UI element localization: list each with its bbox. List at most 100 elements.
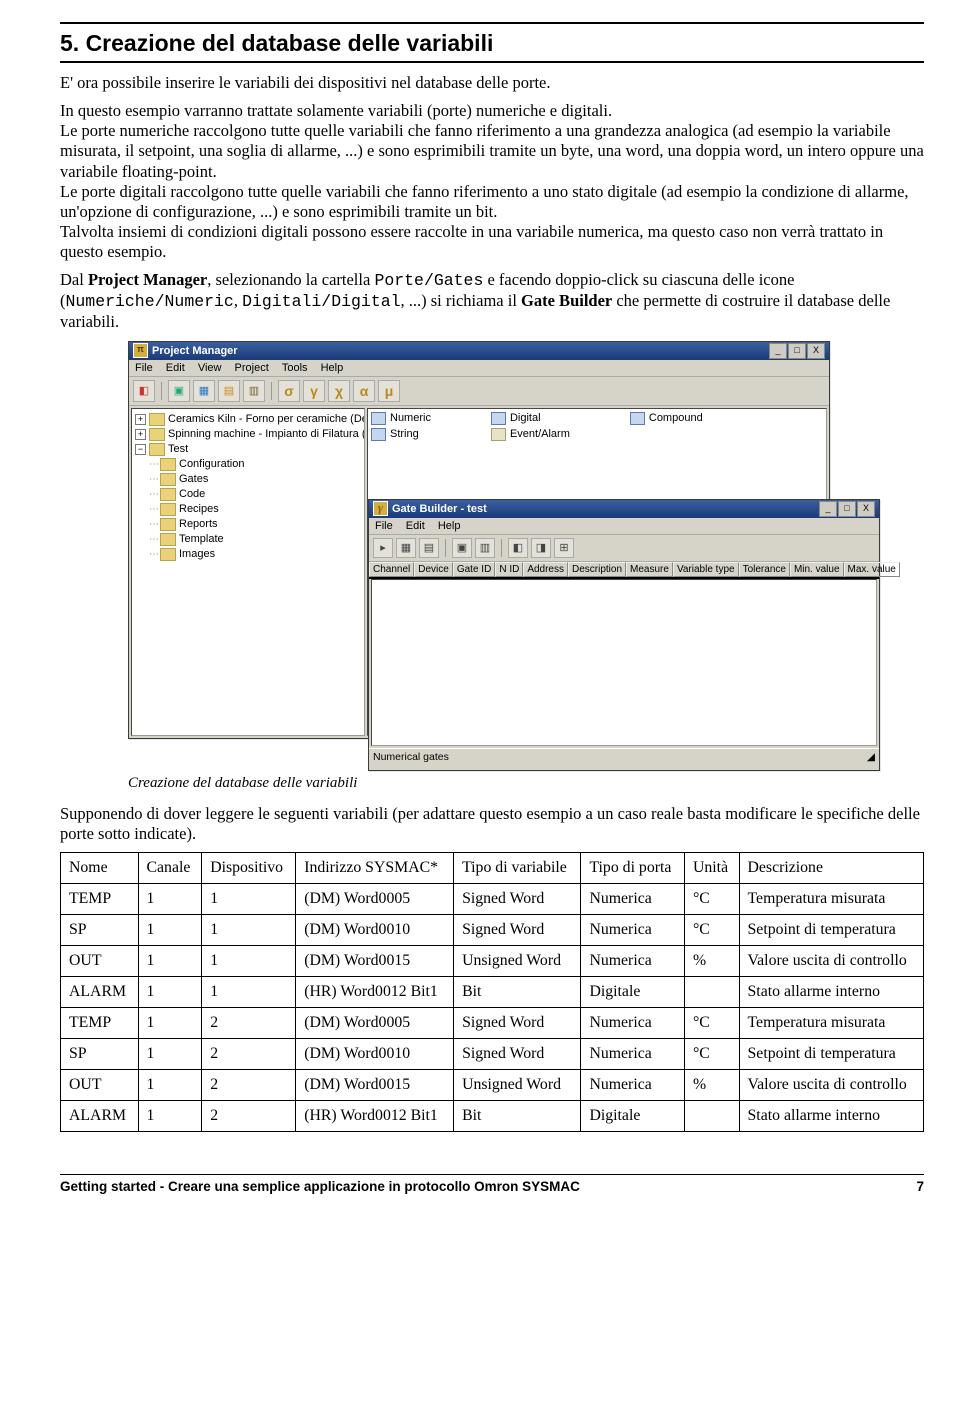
col-header[interactable]: Address [523, 562, 568, 577]
menu-tools[interactable]: Tools [280, 362, 316, 374]
resize-grip-icon[interactable]: ◢ [867, 751, 875, 763]
col-header[interactable]: Max. value [844, 562, 900, 577]
section-heading-bar: 5. Creazione del database delle variabil… [60, 22, 924, 63]
toolbar-button[interactable]: ▸ [373, 538, 393, 558]
tree-item[interactable]: ⋯Reports [135, 517, 361, 532]
collapse-icon[interactable]: − [135, 444, 146, 455]
col-header[interactable]: Measure [626, 562, 673, 577]
separator [445, 539, 446, 557]
pm-titlebar[interactable]: π Project Manager _ □ X [129, 342, 829, 360]
tree-item[interactable]: +Spinning machine - Impianto di Filatura… [135, 427, 361, 442]
maximize-button[interactable]: □ [838, 501, 856, 517]
tree-item[interactable]: ⋯Configuration [135, 457, 361, 472]
table-cell: (DM) Word0015 [296, 1069, 454, 1100]
toolbar-button[interactable]: ▤ [419, 538, 439, 558]
col-header[interactable]: Channel [369, 562, 414, 577]
paragraph-table-intro: Supponendo di dover leggere le seguenti … [60, 804, 924, 844]
gate-type-compound[interactable]: Compound [630, 412, 703, 425]
toolbar-button[interactable]: ▦ [396, 538, 416, 558]
menu-edit[interactable]: Edit [404, 520, 433, 532]
col-header[interactable]: Tolerance [739, 562, 790, 577]
gb-grid-body[interactable] [371, 579, 877, 746]
toolbar-button[interactable]: ▣ [452, 538, 472, 558]
table-cell: 2 [202, 1007, 296, 1038]
table-cell: Signed Word [454, 1007, 581, 1038]
table-cell: 1 [138, 1038, 202, 1069]
table-cell: 1 [138, 914, 202, 945]
table-cell: Digitale [581, 976, 685, 1007]
gate-type-string[interactable]: String [371, 428, 431, 441]
chi-icon[interactable]: χ [328, 380, 350, 402]
table-cell: °C [684, 1007, 739, 1038]
table-cell: 1 [202, 976, 296, 1007]
close-button[interactable]: X [807, 343, 825, 359]
tree-item[interactable]: ⋯Recipes [135, 502, 361, 517]
toolbar-button[interactable]: ▤ [218, 380, 240, 402]
gate-icon [491, 428, 506, 441]
menu-help[interactable]: Help [436, 520, 469, 532]
menu-file[interactable]: File [373, 520, 401, 532]
tree-item[interactable]: ⋯Template [135, 532, 361, 547]
th: Indirizzo SYSMAC* [296, 852, 454, 883]
col-header[interactable]: Gate ID [453, 562, 495, 577]
expand-icon[interactable]: + [135, 414, 146, 425]
col-header[interactable]: Variable type [673, 562, 739, 577]
sigma-icon[interactable]: σ [278, 380, 300, 402]
mu-icon[interactable]: μ [378, 380, 400, 402]
table-cell: 1 [138, 1069, 202, 1100]
table-cell: 2 [202, 1100, 296, 1131]
col-header[interactable]: N ID [495, 562, 523, 577]
gate-type-numeric[interactable]: Numeric [371, 412, 431, 425]
table-header-row: Nome Canale Dispositivo Indirizzo SYSMAC… [61, 852, 924, 883]
folder-icon [149, 428, 165, 441]
toolbar-button[interactable]: ▦ [193, 380, 215, 402]
tree-item[interactable]: ⋯Images [135, 547, 361, 562]
table-cell: °C [684, 883, 739, 914]
expand-icon[interactable]: + [135, 429, 146, 440]
pm-toolbar: ◧ ▣ ▦ ▤ ▥ σ γ χ α μ [129, 377, 829, 406]
tree-item[interactable]: ⋯Gates [135, 472, 361, 487]
tree-item[interactable]: −Test [135, 442, 361, 457]
table-cell: (DM) Word0010 [296, 914, 454, 945]
menu-edit[interactable]: Edit [164, 362, 193, 374]
paragraph-body: In questo esempio varranno trattate sola… [60, 101, 924, 262]
maximize-button[interactable]: □ [788, 343, 806, 359]
folder-icon [149, 443, 165, 456]
minimize-button[interactable]: _ [819, 501, 837, 517]
menu-view[interactable]: View [196, 362, 230, 374]
minimize-button[interactable]: _ [769, 343, 787, 359]
col-header[interactable]: Device [414, 562, 453, 577]
pm-menubar: File Edit View Project Tools Help [129, 360, 829, 377]
table-cell: 1 [202, 945, 296, 976]
menu-project[interactable]: Project [233, 362, 277, 374]
col-header[interactable]: Min. value [790, 562, 844, 577]
gate-type-digital[interactable]: Digital [491, 412, 570, 425]
table-cell: Valore uscita di controllo [739, 1069, 923, 1100]
toolbar-button[interactable]: ▥ [243, 380, 265, 402]
toolbar-button[interactable]: ▥ [475, 538, 495, 558]
gate-icon [630, 412, 645, 425]
alpha-icon[interactable]: α [353, 380, 375, 402]
tree-item[interactable]: +Ceramics Kiln - Forno per ceramiche (De… [135, 412, 361, 427]
col-header[interactable]: Description [568, 562, 626, 577]
footer-left: Getting started - Creare una semplice ap… [60, 1179, 580, 1194]
gamma-icon[interactable]: γ [303, 380, 325, 402]
gb-titlebar[interactable]: γ Gate Builder - test _ □ X [369, 500, 879, 518]
table-cell [684, 1100, 739, 1131]
toolbar-button[interactable]: ◧ [133, 380, 155, 402]
menu-file[interactable]: File [133, 362, 161, 374]
table-cell: Digitale [581, 1100, 685, 1131]
toolbar-button[interactable]: ⊞ [554, 538, 574, 558]
toolbar-button[interactable]: ◧ [508, 538, 528, 558]
table-cell: 2 [202, 1069, 296, 1100]
th: Nome [61, 852, 139, 883]
table-cell: (DM) Word0010 [296, 1038, 454, 1069]
tree-item[interactable]: ⋯Code [135, 487, 361, 502]
gate-type-event[interactable]: Event/Alarm [491, 428, 570, 441]
table-cell: Unsigned Word [454, 945, 581, 976]
close-button[interactable]: X [857, 501, 875, 517]
menu-help[interactable]: Help [319, 362, 352, 374]
toolbar-button[interactable]: ◨ [531, 538, 551, 558]
toolbar-button[interactable]: ▣ [168, 380, 190, 402]
gamma-icon: γ [373, 501, 388, 516]
